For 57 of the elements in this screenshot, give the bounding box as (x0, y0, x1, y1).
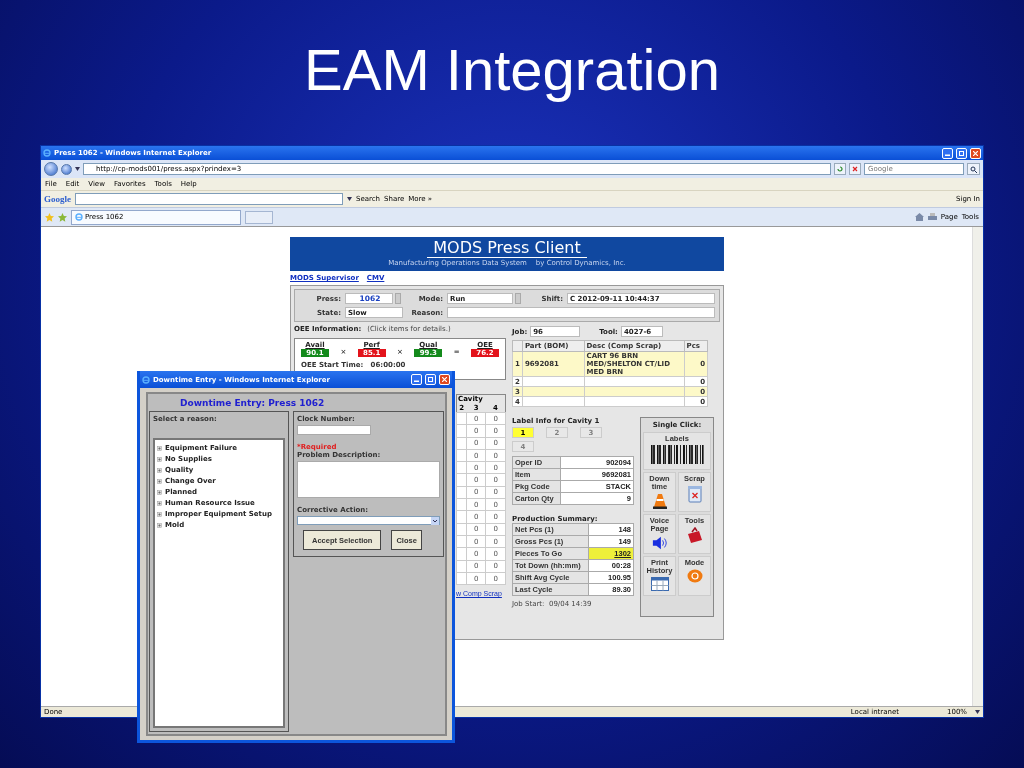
star-icon[interactable] (45, 212, 54, 222)
close-icon (442, 377, 447, 382)
trash-bin-icon (686, 485, 703, 503)
forward-button[interactable] (61, 163, 72, 175)
expand-icon[interactable] (157, 456, 162, 462)
caret-icon (975, 710, 980, 714)
problem-field[interactable] (297, 461, 440, 498)
caret-icon (347, 197, 352, 201)
search-icon (970, 165, 977, 173)
close-icon (973, 150, 978, 156)
expand-icon[interactable] (157, 467, 162, 473)
expand-icon[interactable] (157, 522, 162, 528)
close-button[interactable] (439, 374, 450, 385)
caret-icon (75, 167, 80, 171)
maximize-icon (959, 150, 964, 156)
expand-icon[interactable] (157, 511, 162, 517)
toolbar-logo: Google (44, 194, 71, 204)
traffic-cone-icon (651, 493, 668, 509)
home-icon[interactable] (914, 213, 924, 221)
table-cell (522, 386, 585, 397)
close-button[interactable] (970, 147, 981, 159)
search-button[interactable] (967, 163, 980, 175)
corrective-action-select[interactable] (297, 516, 440, 525)
calendar-icon (650, 577, 669, 591)
speaker-icon (650, 535, 669, 551)
table-cell (522, 376, 585, 387)
new-tab-button[interactable] (245, 210, 273, 224)
add-favorite-icon[interactable] (58, 212, 67, 222)
table-cell (522, 396, 585, 407)
toolbar-search-field[interactable] (75, 193, 343, 205)
page-icon (75, 213, 83, 221)
app-title: MODS Press Client (427, 239, 587, 258)
scroll-bar[interactable] (972, 227, 983, 706)
refresh-button[interactable] (834, 163, 846, 175)
refresh-icon (837, 166, 843, 172)
maximize-icon (428, 377, 433, 382)
toolbox-icon (685, 527, 704, 545)
back-button[interactable] (44, 162, 58, 176)
dialog-heading: Downtime Entry: Press 1062 (179, 396, 326, 410)
expand-icon[interactable] (157, 500, 162, 506)
maximize-button[interactable] (956, 147, 967, 159)
clock-number-field[interactable] (297, 425, 371, 435)
minimize-button[interactable] (942, 147, 953, 159)
printer-icon[interactable] (927, 213, 937, 221)
stop-button[interactable] (849, 163, 861, 175)
dropdown-icon (431, 517, 439, 525)
expand-icon[interactable] (157, 489, 162, 495)
expand-icon[interactable] (157, 478, 162, 484)
browser-icon (43, 149, 51, 157)
stop-icon (852, 166, 858, 172)
minimize-button[interactable] (411, 374, 422, 385)
reason-field[interactable] (447, 307, 715, 318)
browser-icon (142, 375, 150, 384)
maximize-button[interactable] (425, 374, 436, 385)
expand-icon[interactable] (157, 445, 162, 451)
slide-title: EAM Integration (303, 36, 721, 102)
barcode-icon (650, 445, 704, 467)
